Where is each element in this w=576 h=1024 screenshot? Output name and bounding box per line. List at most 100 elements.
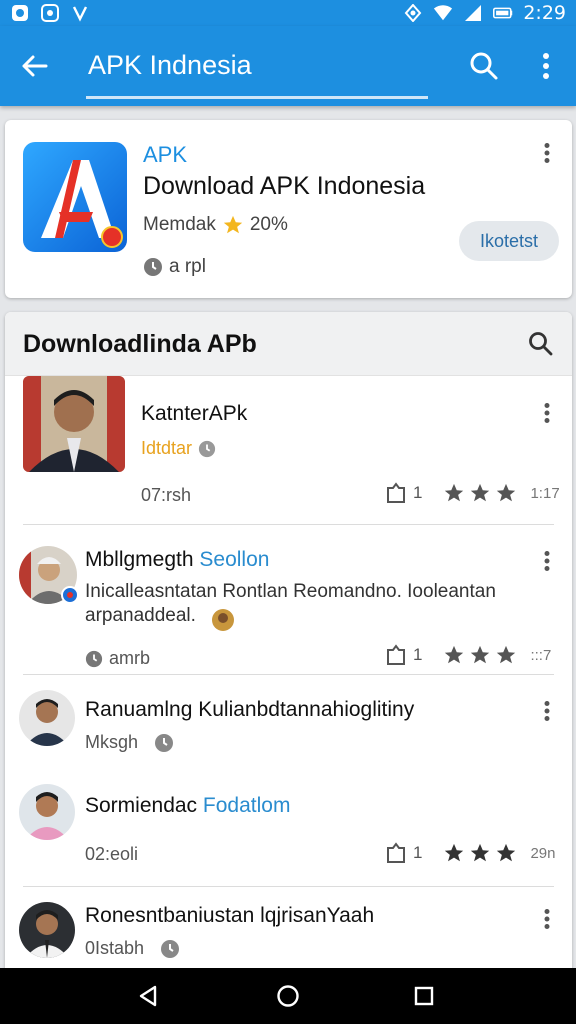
item-more-button[interactable]: [537, 548, 557, 574]
meta-text: Memdak: [143, 214, 216, 235]
item-stats: 1 :::7: [385, 644, 551, 666]
list-item[interactable]: Ranuamlng Kulianbdtannahioglitiny Mksgh: [5, 674, 572, 770]
list-search-button[interactable]: [525, 328, 557, 360]
app-meta: Memdak 20%: [143, 214, 288, 236]
circle-home-icon: [277, 985, 299, 1007]
clock-icon: [161, 939, 180, 958]
star-icon: [497, 645, 516, 664]
more-vert-icon: [544, 909, 550, 929]
search-icon: [529, 332, 553, 356]
item-name: Ronesntbaniustan lqjrisanYaah: [85, 904, 375, 927]
list-item[interactable]: KatnterAPk Idtdtar 07:rsh 1 1:17: [5, 376, 572, 524]
item-sub: Idtdtar: [141, 438, 216, 459]
rating-text: 20%: [249, 214, 288, 235]
sub-text: a rpl: [169, 256, 206, 277]
search-underline: [86, 96, 428, 99]
sync-icon: [40, 4, 60, 22]
clock-icon: [198, 440, 216, 457]
status-time: 2:29: [523, 2, 566, 24]
star-icon: [471, 483, 490, 502]
star-icon: [497, 483, 516, 502]
location-icon: [403, 4, 423, 22]
star-icon: [471, 843, 490, 862]
search-button[interactable]: [464, 48, 504, 84]
featured-more-button[interactable]: [537, 140, 557, 166]
wifi-icon: [433, 4, 453, 22]
item-name-text: Sormiendac: [85, 794, 198, 817]
list-item[interactable]: Sormiendac Fodatlom 02:eoli 1 29n: [5, 770, 572, 886]
star-icon: [497, 843, 516, 862]
battery-icon: [493, 4, 513, 22]
item-count: 1: [413, 645, 423, 664]
nav-home-button[interactable]: [268, 980, 308, 1012]
more-vert-icon: [544, 551, 550, 571]
notification-icon: [10, 4, 30, 22]
avatar: [19, 690, 75, 746]
item-sub: 0Istabh: [85, 938, 180, 959]
status-bar: 2:29: [0, 0, 576, 26]
install-button[interactable]: Ikotetst: [459, 221, 559, 261]
item-name: Sormiendac Fodatlom: [85, 794, 290, 818]
app-toolbar: APK Indnesia: [0, 26, 576, 106]
item-stats: 1 29n: [385, 842, 556, 864]
item-more-button[interactable]: [537, 400, 557, 426]
star-icon: [445, 645, 464, 664]
clock-icon: [155, 733, 174, 752]
star-icon: [471, 645, 490, 664]
list-item[interactable]: Ronesntbaniustan lqjrisanYaah 0Istabh: [5, 886, 572, 972]
app-logo: [23, 142, 127, 252]
download-count-icon: [387, 644, 405, 665]
overflow-menu-button[interactable]: [530, 48, 562, 84]
arrow-left-icon: [22, 55, 48, 77]
rating-stars: [442, 842, 518, 864]
item-score: 1:17: [530, 484, 560, 502]
app-list-card: Downloadlinda APb KatnterAPk Idtdtar 07:…: [5, 312, 572, 972]
more-vert-icon: [544, 143, 550, 163]
item-time: 02:eoli: [85, 844, 139, 864]
star-icon: [445, 483, 464, 502]
signal-icon: [463, 4, 483, 22]
system-nav-bar: [0, 968, 576, 1024]
rating-stars: [442, 644, 518, 666]
item-sub-text: Mksgh: [85, 732, 139, 752]
item-description: Inicalleasntatan Rontlan Reomandno. Iool…: [85, 581, 496, 626]
list-header: Downloadlinda APb: [5, 312, 572, 376]
item-count: 1: [413, 483, 423, 502]
vine-icon: [70, 4, 90, 22]
app-title: Download APK Indonesia: [143, 172, 426, 200]
item-name: Mbllgmegth Seollon: [85, 548, 269, 572]
back-button[interactable]: [14, 48, 54, 84]
nav-recents-button[interactable]: [404, 980, 444, 1012]
nav-back-button[interactable]: [128, 980, 168, 1012]
item-score: 29n: [530, 844, 556, 862]
more-vert-icon: [544, 701, 550, 721]
search-icon: [470, 52, 498, 80]
item-sub-text: Idtdtar: [141, 438, 193, 458]
clock-icon: [144, 258, 162, 276]
more-vert-icon: [543, 53, 549, 79]
item-sub: Mksgh: [85, 732, 174, 753]
download-count-icon: [387, 842, 405, 863]
item-time: 07:rsh: [141, 485, 192, 505]
badge-icon: [101, 226, 123, 248]
star-icon: [445, 843, 464, 862]
item-sub: amrb: [85, 648, 150, 669]
download-count-icon: [387, 482, 405, 503]
list-item[interactable]: Mbllgmegth Seollon Inicalleasntatan Ront…: [5, 524, 572, 674]
more-vert-icon: [544, 403, 550, 423]
app-tag: APK: [143, 142, 188, 167]
emoji-icon: [212, 609, 234, 631]
item-count: 1: [413, 843, 423, 862]
toolbar-title[interactable]: APK Indnesia: [88, 50, 252, 81]
item-name: Ranuamlng Kulianbdtannahioglitiny: [85, 698, 415, 721]
list-title: Downloadlinda APb: [23, 330, 257, 358]
triangle-back-icon: [139, 985, 157, 1007]
avatar: [23, 376, 125, 472]
featured-app-card[interactable]: APK Download APK Indonesia Memdak 20% a …: [5, 120, 572, 298]
avatar: [19, 784, 75, 840]
item-more-button[interactable]: [537, 906, 557, 932]
rating-stars: [442, 482, 518, 504]
item-name-text: Mbllgmegth: [85, 548, 194, 571]
clock-icon: [85, 650, 103, 667]
item-more-button[interactable]: [537, 698, 557, 724]
